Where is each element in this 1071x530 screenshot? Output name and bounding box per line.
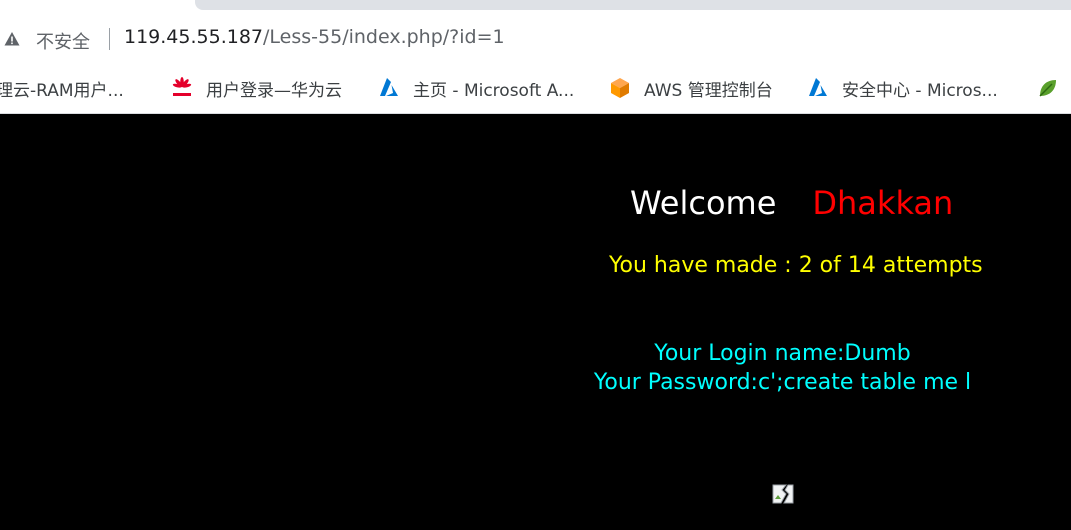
bookmark-label: 用户登录—华为云 [206, 80, 342, 101]
bookmark-aws-console[interactable]: AWS 管理控制台 [608, 75, 773, 101]
bookmark-microsoft-security-center[interactable]: 安全中心 - Micros... [806, 75, 998, 101]
login-info: Your Login name:Dumb Your Password:c';cr… [580, 339, 985, 397]
url-text[interactable]: 119.45.55.187/Less-55/index.php/?id=1 [124, 26, 505, 48]
login-name-text: Your Login name:Dumb [654, 341, 911, 366]
address-separator [109, 28, 110, 50]
url-host: 119.45.55.187 [124, 26, 264, 48]
bookmark-label: 安全中心 - Micros... [842, 80, 998, 101]
bookmark-label: 主页 - Microsoft A... [413, 80, 575, 101]
welcome-word: Welcome [630, 184, 777, 222]
azure-icon [380, 78, 398, 96]
security-label[interactable]: 不安全 [36, 28, 90, 54]
password-text: Your Password:c';create table me l [593, 370, 972, 395]
azure-icon [809, 78, 827, 96]
bookmark-huawei-login[interactable]: 用户登录—华为云 [170, 75, 342, 101]
warning-icon[interactable] [4, 31, 20, 47]
page-content: Welcome Dhakkan You have made : 2 of 14 a… [0, 114, 1071, 530]
tab-strip [0, 0, 1071, 16]
aws-icon [611, 78, 629, 98]
bookmarks-bar: 理云-RAM用户... 用户登录—华为云 主页 - Microsoft A... [0, 62, 1071, 114]
green-leaf-icon [1039, 80, 1056, 97]
bookmark-label: 理云-RAM用户... [0, 80, 124, 101]
bookmark-microsoft-azure-home[interactable]: 主页 - Microsoft A... [377, 75, 574, 101]
huawei-icon [172, 77, 192, 96]
url-path: /Less-55/index.php/?id=1 [263, 26, 505, 48]
welcome-name: Dhakkan [812, 184, 954, 222]
attempts-counter: You have made : 2 of 14 attempts [609, 253, 983, 278]
bookmark-aliyun-ram[interactable]: 理云-RAM用户... [0, 75, 124, 101]
bookmark-label: AWS 管理控制台 [644, 80, 773, 101]
broken-image-icon [772, 484, 794, 504]
address-bar[interactable]: 不安全 119.45.55.187/Less-55/index.php/?id=… [0, 16, 1071, 62]
tab-strip-edge [195, 0, 1071, 10]
bookmark-green-leaf[interactable] [1036, 75, 1071, 101]
welcome-heading: Welcome Dhakkan [630, 184, 953, 222]
